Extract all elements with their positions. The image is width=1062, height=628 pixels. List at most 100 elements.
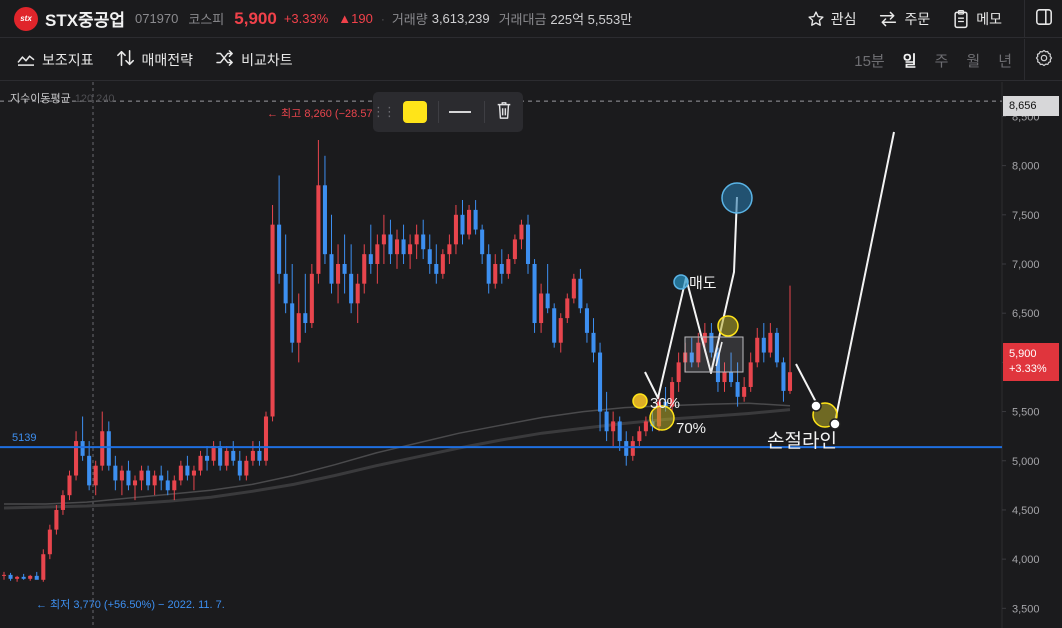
period-tab-day[interactable]: 일 bbox=[903, 50, 917, 71]
candle-body bbox=[434, 264, 439, 274]
candle-body bbox=[349, 273, 354, 304]
candle-body bbox=[512, 239, 517, 260]
shuffle-icon bbox=[215, 50, 235, 69]
candle-body bbox=[761, 337, 766, 353]
chart-area[interactable]: 8,5008,0007,5007,0006,5006,0005,5005,000… bbox=[0, 82, 1062, 628]
period-tab-15min[interactable]: 15분 bbox=[854, 50, 885, 71]
period-tab-week[interactable]: 주 bbox=[935, 50, 949, 71]
company-logo: stx bbox=[14, 6, 38, 31]
candle-body bbox=[598, 352, 603, 412]
indicators-button[interactable]: 보조지표 bbox=[16, 50, 94, 70]
line-style-button[interactable] bbox=[449, 111, 471, 113]
candle-body bbox=[381, 234, 386, 245]
candle-body bbox=[545, 293, 550, 309]
delete-drawing-button[interactable] bbox=[495, 100, 513, 125]
candle-body bbox=[60, 495, 65, 510]
candle-body bbox=[126, 470, 131, 486]
chart-settings-button[interactable] bbox=[1024, 39, 1062, 81]
candle-body bbox=[591, 332, 596, 353]
candle-body bbox=[735, 382, 740, 397]
candle-body bbox=[231, 450, 236, 461]
candle-body bbox=[729, 372, 734, 383]
y-axis-tick-label: 6,500 bbox=[1012, 308, 1040, 320]
candle-body bbox=[368, 254, 373, 264]
candle-body bbox=[218, 446, 223, 466]
candle-body bbox=[342, 264, 347, 274]
candle-body bbox=[290, 303, 295, 343]
candle-body bbox=[552, 308, 557, 343]
badge-price: 5,900 bbox=[1009, 348, 1037, 360]
candle-body bbox=[185, 465, 190, 476]
memo-button[interactable]: 메모 bbox=[952, 9, 1002, 29]
candle-body bbox=[408, 244, 413, 255]
candle-body bbox=[191, 470, 196, 476]
strategy-button[interactable]: 매매전략 bbox=[116, 49, 194, 70]
drawn-stoploss-line-right bbox=[834, 131, 895, 423]
candle-body bbox=[224, 450, 229, 466]
side-panel-toggle[interactable] bbox=[1024, 0, 1062, 38]
drag-handle-icon[interactable]: ⋮⋮ bbox=[372, 104, 396, 120]
candle-body bbox=[637, 431, 642, 442]
candle-body bbox=[624, 441, 629, 456]
candle-body bbox=[421, 234, 426, 250]
candle-body bbox=[427, 249, 432, 264]
candle-body bbox=[617, 421, 622, 442]
marker-circle-target bbox=[721, 182, 753, 214]
candle-body bbox=[309, 273, 314, 324]
candle-body bbox=[375, 244, 380, 264]
candle-body bbox=[774, 332, 779, 363]
annotation-70-percent: 70% bbox=[676, 420, 706, 437]
candle-body bbox=[473, 209, 478, 230]
strategy-label: 매매전략 bbox=[141, 51, 194, 68]
marker-circle-sell bbox=[673, 274, 689, 290]
period-tab-month[interactable]: 월 bbox=[966, 50, 980, 71]
candle-body bbox=[604, 411, 609, 432]
trash-icon bbox=[495, 100, 513, 125]
volume-value: 3,613,239 bbox=[431, 11, 490, 26]
candle-body bbox=[748, 362, 753, 387]
watchlist-button[interactable]: 관심 bbox=[807, 9, 857, 29]
candle-body bbox=[571, 278, 576, 299]
compare-button[interactable]: 비교차트 bbox=[215, 50, 293, 70]
candle-body bbox=[283, 273, 288, 304]
candle-body bbox=[643, 421, 648, 432]
candle-body bbox=[152, 475, 157, 486]
clipboard-icon bbox=[952, 9, 970, 29]
candle-body bbox=[336, 264, 341, 284]
candle-body bbox=[8, 574, 13, 579]
volume-label: 거래량 bbox=[391, 12, 428, 27]
indicator-params: 120 240 bbox=[74, 93, 115, 105]
candle-body bbox=[106, 431, 111, 466]
memo-label: 메모 bbox=[976, 11, 1002, 27]
period-tab-year[interactable]: 년 bbox=[998, 50, 1012, 71]
candle-body bbox=[519, 224, 524, 240]
indicator-legend[interactable]: 지수이동평균 120 240 bbox=[10, 90, 115, 106]
candle-body bbox=[93, 465, 98, 486]
candle-body bbox=[558, 318, 563, 343]
candle-body bbox=[244, 460, 249, 476]
candle-body bbox=[87, 455, 92, 486]
price-chart[interactable]: 8,5008,0007,5007,0006,5006,0005,5005,000… bbox=[0, 82, 1062, 628]
candle-body bbox=[1, 574, 7, 576]
y-axis-tick-label: 8,000 bbox=[1012, 161, 1040, 173]
order-button[interactable]: 주문 bbox=[878, 9, 930, 29]
candle-body bbox=[532, 264, 537, 324]
marker-circle-30 bbox=[632, 393, 648, 409]
drawn-box bbox=[684, 336, 744, 373]
candle-body bbox=[165, 480, 170, 491]
marker-circle-upper bbox=[717, 315, 739, 337]
drawing-color-picker[interactable] bbox=[403, 101, 427, 123]
candle-body bbox=[80, 441, 85, 456]
star-icon bbox=[807, 10, 825, 28]
candle-body bbox=[263, 416, 269, 461]
toolbar-divider bbox=[438, 101, 439, 123]
candle-body bbox=[565, 298, 570, 319]
candle-body bbox=[322, 185, 327, 255]
amount-label: 거래대금 bbox=[498, 12, 547, 27]
candle-body bbox=[146, 470, 151, 486]
candle-body bbox=[178, 465, 183, 481]
y-axis-tick-label: 5,000 bbox=[1012, 456, 1040, 468]
watchlist-label: 관심 bbox=[830, 11, 857, 27]
stock-name[interactable]: STX중공업 bbox=[45, 6, 125, 31]
candle-body bbox=[676, 362, 681, 383]
